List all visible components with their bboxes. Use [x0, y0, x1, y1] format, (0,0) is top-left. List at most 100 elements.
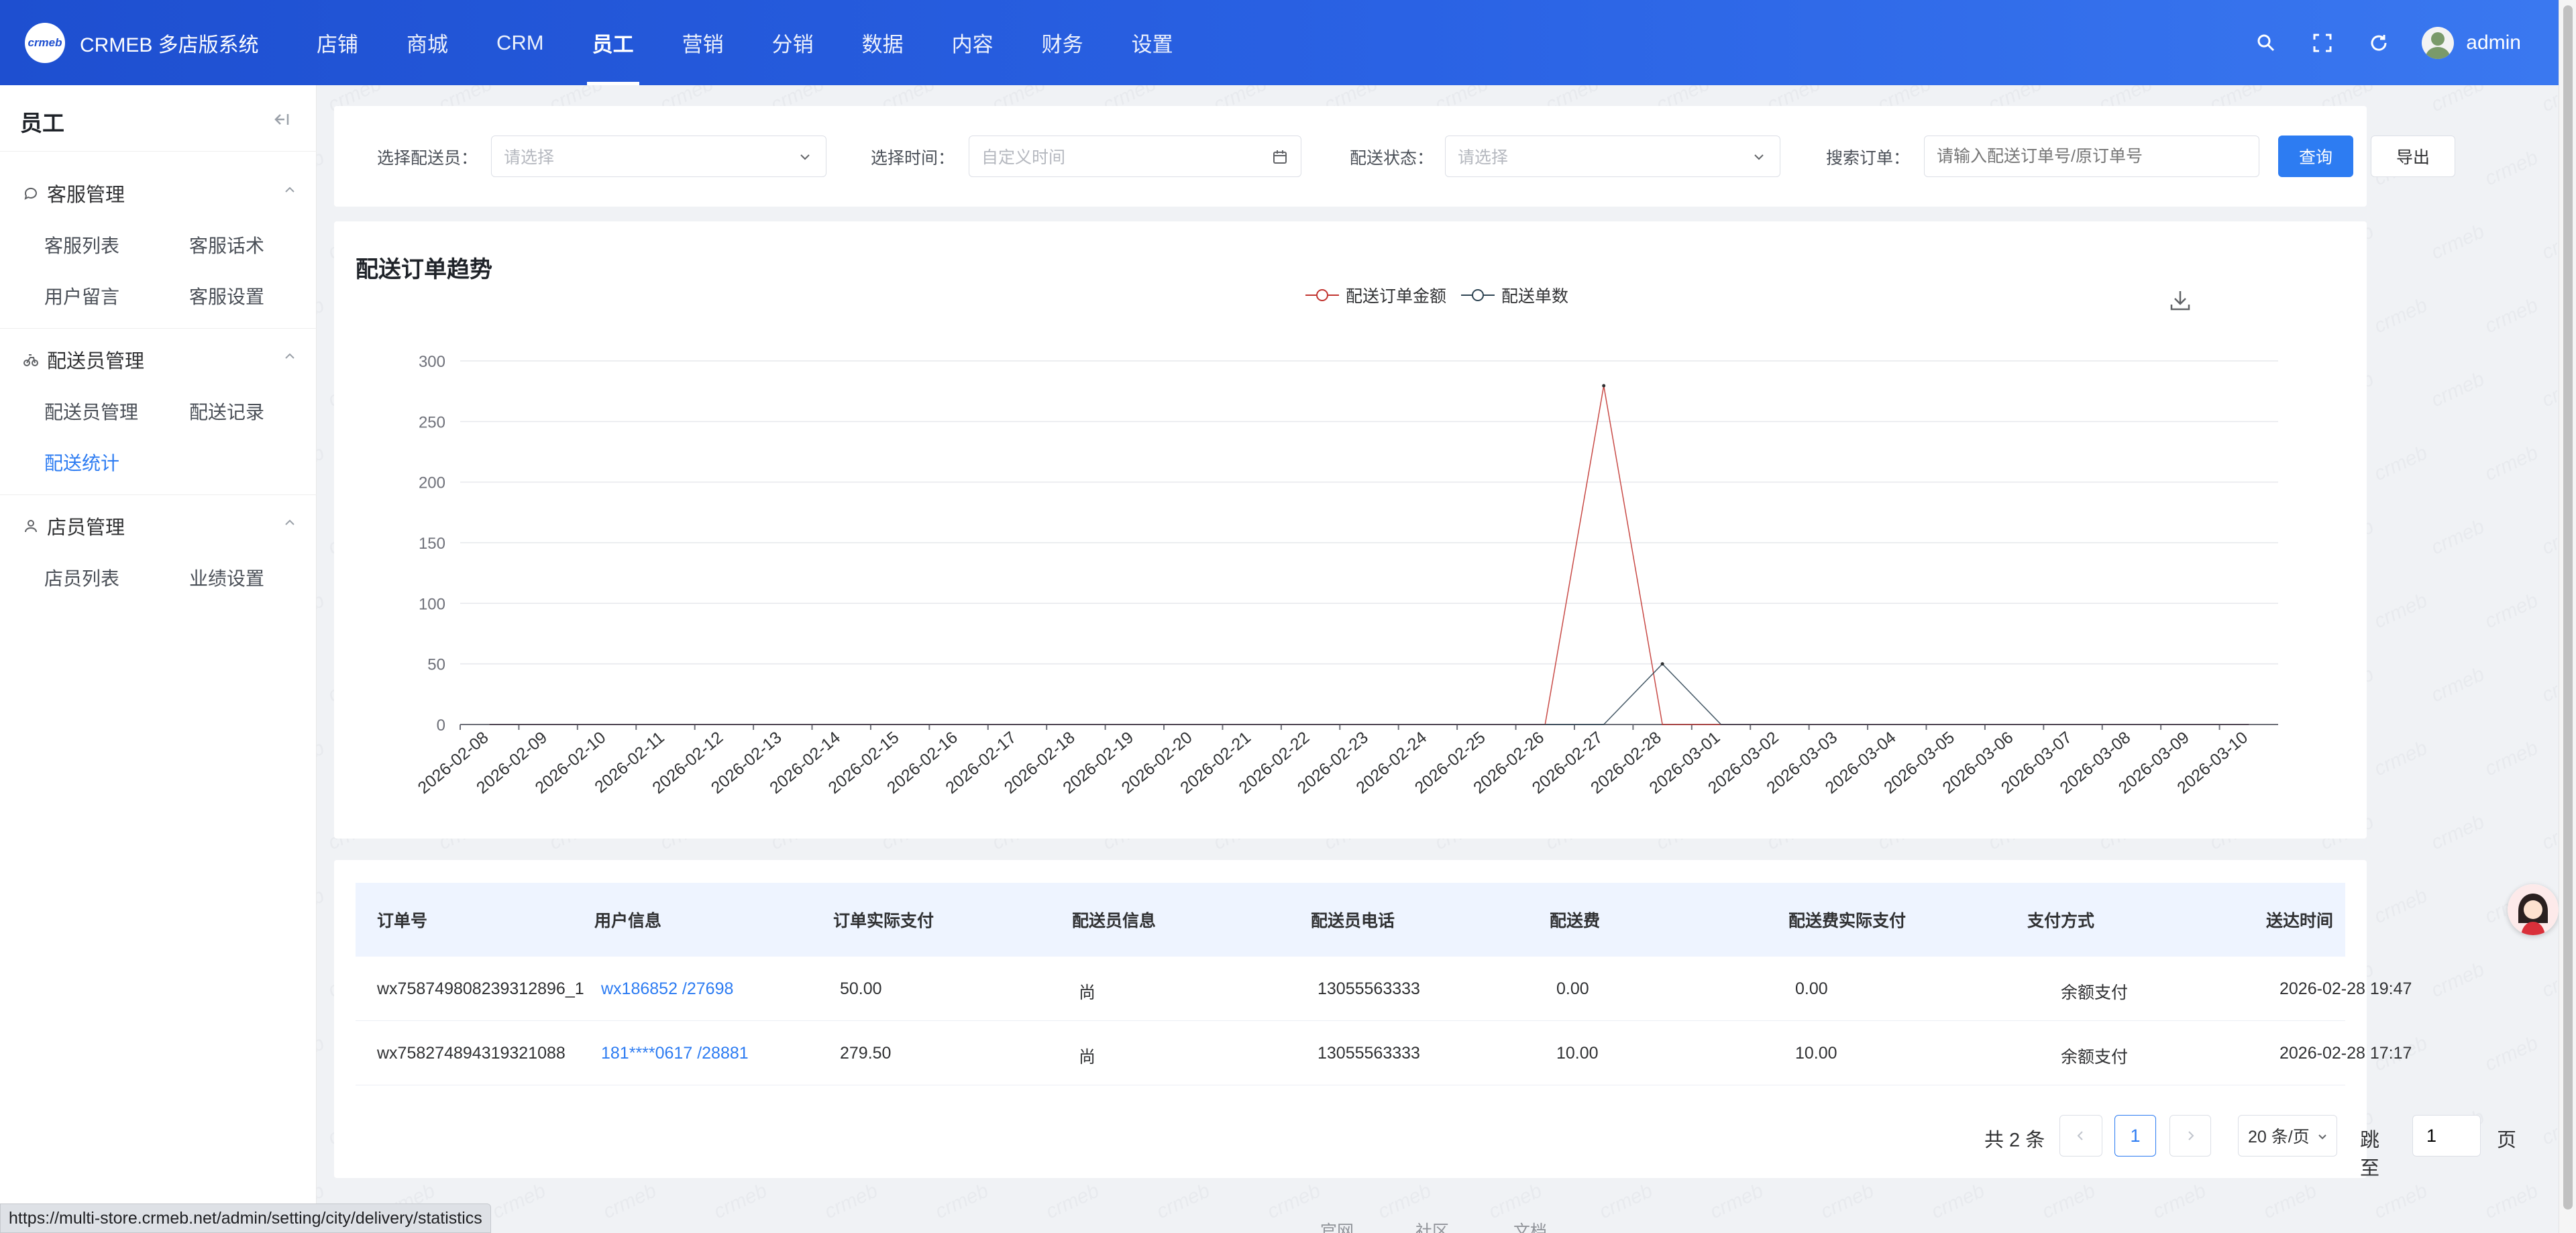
- chevron-down-icon: [1754, 154, 1764, 160]
- watermark-text: crmeb: [1264, 1179, 1324, 1223]
- y-tick-label: 0: [437, 716, 445, 735]
- nav-crm[interactable]: CRM: [496, 0, 544, 85]
- nav-settings[interactable]: 设置: [1132, 0, 1173, 85]
- sidebar-item-courier-management[interactable]: 配送员管理: [44, 398, 138, 425]
- data-point: [1660, 662, 1664, 666]
- status-placeholder: 请选择: [1458, 148, 1509, 167]
- courier-placeholder: 请选择: [504, 148, 555, 167]
- group-clerk-management[interactable]: 店员管理: [23, 512, 298, 540]
- watermark-text: crmeb: [2538, 515, 2559, 559]
- watermark-text: crmeb: [2481, 737, 2541, 780]
- prev-page-button[interactable]: [2059, 1115, 2102, 1157]
- footer-link-docs[interactable]: 文档: [1513, 1218, 1547, 1233]
- query-button[interactable]: 查询: [2278, 136, 2353, 177]
- watermark-text: crmeb: [932, 1179, 991, 1223]
- fullscreen-icon[interactable]: [2309, 30, 2336, 56]
- watermark-text: crmeb: [2481, 1032, 2541, 1075]
- chevron-up-icon: [285, 186, 294, 193]
- watermark-text: crmeb: [2538, 368, 2559, 411]
- logo[interactable]: crmeb CRMEB 多店版系统: [25, 22, 317, 63]
- y-tick-label: 300: [419, 353, 445, 371]
- footer-link-community[interactable]: 社区: [1415, 1218, 1449, 1233]
- courier-phone: 13055563333: [1318, 1044, 1420, 1063]
- refresh-icon[interactable]: [2365, 30, 2392, 56]
- watermark-text: crmeb: [1042, 1179, 1102, 1223]
- table-row: wx758749808239312896_1 wx186852 /27698 5…: [356, 957, 2412, 1021]
- watermark-text: crmeb: [1485, 1179, 1545, 1223]
- search-icon[interactable]: [2253, 30, 2279, 56]
- nav-mall[interactable]: 商城: [407, 0, 448, 85]
- user-info-link[interactable]: 181****0617 /28881: [601, 1044, 749, 1063]
- sidebar: 员工 客服管理 客服列表 客服话术 用户留言 客服设置 配送员管理 配送员管理 …: [0, 85, 317, 1233]
- group-title-label: 店员管理: [47, 517, 125, 539]
- courier-info: 尚: [1079, 983, 1096, 1002]
- watermark-text: crmeb: [2538, 85, 2559, 116]
- column-header: 订单号: [377, 912, 428, 930]
- page-size-select[interactable]: 20 条/页: [2238, 1115, 2337, 1157]
- watermark-text: crmeb: [489, 1179, 549, 1223]
- watermark-text: crmeb: [2538, 663, 2559, 706]
- sidebar-item-service-list[interactable]: 客服列表: [44, 231, 119, 258]
- table-header: 订单号 用户信息 订单实际支付 配送员信息 配送员电话 配送费 配送费实际支付 …: [356, 883, 2345, 957]
- y-tick-label: 150: [419, 535, 445, 553]
- column-header: 配送员信息: [1072, 912, 1157, 930]
- delivery-fee-paid: 0.00: [1795, 979, 1828, 998]
- user-avatar[interactable]: [2422, 26, 2455, 59]
- nav-data[interactable]: 数据: [862, 0, 904, 85]
- user-icon: [25, 520, 37, 533]
- order-search-input[interactable]: [1924, 136, 2259, 177]
- group-title-label: 配送员管理: [47, 351, 145, 372]
- nav-staff[interactable]: 员工: [586, 0, 639, 85]
- time-label: 选择时间：: [871, 149, 955, 168]
- group-customer-service[interactable]: 客服管理: [23, 179, 298, 207]
- watermark-text: crmeb: [2428, 663, 2487, 706]
- top-header: crmeb CRMEB 多店版系统 店铺 商城 CRM 员工 营销 分销 数据 …: [0, 0, 2559, 85]
- footer-link-official[interactable]: 官网: [1320, 1218, 1354, 1233]
- scrollbar-thumb[interactable]: [2563, 5, 2573, 1210]
- sidebar-item-service-scripts[interactable]: 客服话术: [189, 231, 264, 258]
- next-page-button[interactable]: [2169, 1115, 2211, 1157]
- status-label: 配送状态：: [1350, 149, 1434, 168]
- group-courier-management[interactable]: 配送员管理: [23, 345, 298, 374]
- nav-finance[interactable]: 财务: [1042, 0, 1083, 85]
- nav-marketing[interactable]: 营销: [682, 0, 724, 85]
- watermark-text: crmeb: [1928, 1179, 1988, 1223]
- export-button[interactable]: 导出: [2371, 136, 2455, 177]
- page-number-button[interactable]: 1: [2114, 1115, 2156, 1157]
- sidebar-item-performance-settings[interactable]: 业绩设置: [189, 564, 264, 591]
- column-header: 订单实际支付: [833, 912, 934, 930]
- payment-method: 余额支付: [2061, 1048, 2129, 1067]
- sidebar-item-service-settings[interactable]: 客服设置: [189, 282, 264, 309]
- watermark-text: crmeb: [2481, 1179, 2541, 1223]
- nav-distribution[interactable]: 分销: [772, 0, 814, 85]
- courier-phone: 13055563333: [1318, 979, 1420, 998]
- user-info-link[interactable]: wx186852 /27698: [601, 979, 733, 999]
- sidebar-item-delivery-records[interactable]: 配送记录: [189, 398, 264, 425]
- delivered-time: 2026-02-28 17:17: [2279, 1044, 2412, 1063]
- sidebar-item-clerk-list[interactable]: 店员列表: [44, 564, 119, 591]
- watermark-text: crmeb: [1596, 1179, 1656, 1223]
- user-name[interactable]: admin: [2466, 32, 2521, 54]
- table-row: wx758274894319321088 181****0617 /28881 …: [356, 1021, 2412, 1085]
- main-nav: 店铺 商城 CRM 员工 营销 分销 数据 内容 财务 设置: [317, 0, 1222, 85]
- support-avatar[interactable]: [2508, 884, 2559, 935]
- nav-store[interactable]: 店铺: [317, 0, 358, 85]
- time-picker[interactable]: 自定义时间: [969, 136, 1301, 177]
- status-select[interactable]: 请选择: [1445, 136, 1780, 177]
- courier-select[interactable]: 请选择: [491, 136, 826, 177]
- sidebar-item-user-messages[interactable]: 用户留言: [44, 282, 119, 309]
- courier-label: 选择配送员：: [377, 149, 478, 168]
- sidebar-item-delivery-statistics[interactable]: 配送统计: [44, 449, 119, 476]
- delivery-fee: 0.00: [1556, 979, 1589, 998]
- watermark-text: crmeb: [2371, 884, 2430, 928]
- page-scrollbar[interactable]: [2559, 0, 2576, 1233]
- chat-icon: [24, 187, 37, 200]
- nav-content[interactable]: 内容: [952, 0, 994, 85]
- logo-icon: crmeb: [25, 22, 65, 63]
- collapse-sidebar-icon[interactable]: [271, 109, 291, 129]
- watermark-text: crmeb: [2149, 1179, 2209, 1223]
- jump-page-input[interactable]: [2412, 1115, 2481, 1157]
- watermark-text: crmeb: [2371, 1179, 2430, 1223]
- chevron-up-icon: [285, 519, 294, 525]
- support-avatar-icon: [2508, 884, 2559, 935]
